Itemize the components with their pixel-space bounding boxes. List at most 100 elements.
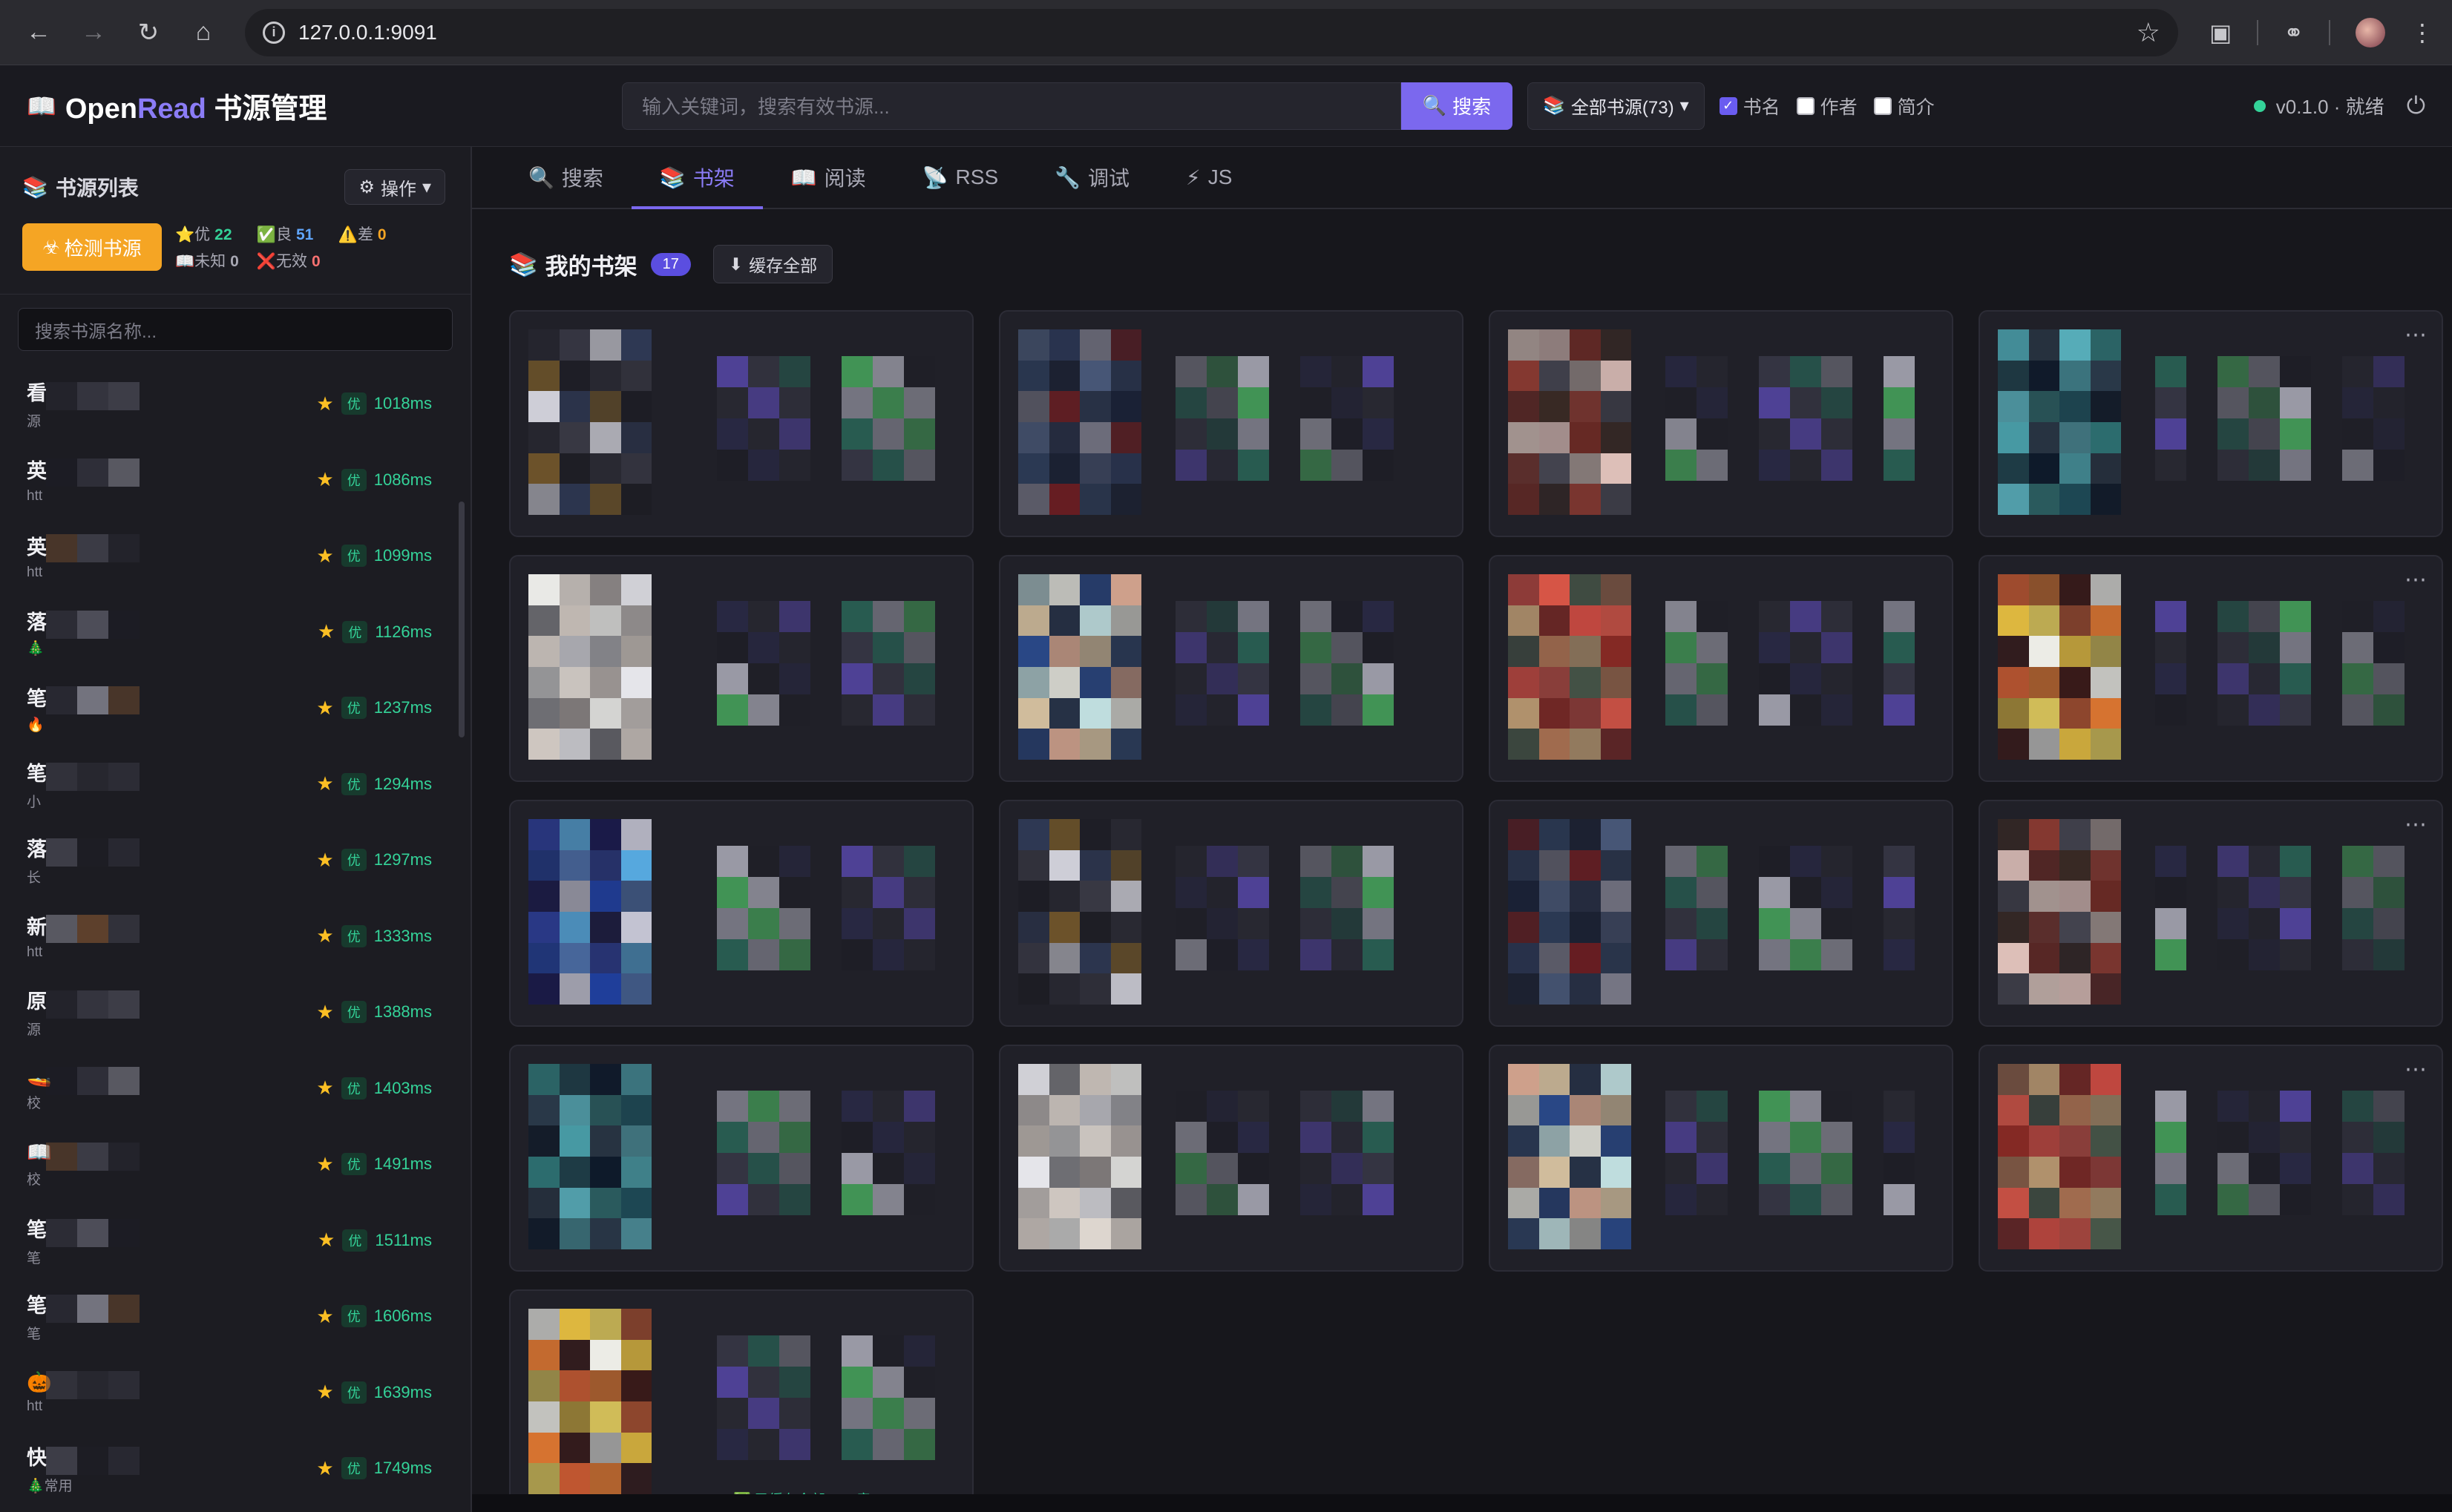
book-cover [528,819,652,1005]
power-icon[interactable]: ⏻ [2407,92,2425,120]
source-row[interactable]: 落 🎄 ★ 优 1126ms [0,594,471,671]
link-icon[interactable]: ⚭ [2284,19,2304,47]
address-bar[interactable]: i 127.0.0.1:9091 ☆ [245,8,2178,56]
quality-badge: 优 [341,924,367,947]
book-card[interactable] [509,555,974,782]
checkbox-checked-icon[interactable]: ✓ [1719,96,1737,115]
more-options-icon[interactable]: ⋯ [2405,322,2428,348]
source-row[interactable]: 🚤 校 ★ 优 1403ms [0,1051,471,1127]
book-card[interactable]: ✅ 已缓存全部 759 章 [509,1289,974,1512]
stat-good: ⭐优 22 [175,226,232,243]
sidebar-scrollbar[interactable] [459,502,465,737]
book-card[interactable] [999,310,1463,537]
search-button[interactable]: 🔍 搜索 [1401,82,1512,130]
check-author[interactable]: 作者 [1796,93,1858,119]
source-url: 笔 [27,1250,42,1266]
checkbox-icon[interactable] [1796,96,1815,115]
operations-button[interactable]: ⚙ 操作 ▾ [344,169,445,205]
pixelated-book-info [1665,601,1915,726]
source-search-input[interactable]: 搜索书源名称... [18,308,453,351]
tab-3[interactable]: 📡 RSS [894,147,1026,208]
pixelated-text [46,382,140,410]
book-card[interactable]: ⋯ [1979,800,2443,1027]
source-row[interactable]: 笔笔 ★ 优 1606ms [0,1278,471,1355]
source-row[interactable]: 笔小 ★ 优 1294ms [0,746,471,823]
profile-avatar[interactable] [2356,17,2385,47]
cache-all-button[interactable]: ⬇ 缓存全部 [712,245,833,283]
site-info-icon[interactable]: i [263,21,285,44]
star-icon: ★ [316,544,334,567]
source-row[interactable]: 新 htt ★ 优 1333ms [0,898,471,975]
reload-icon[interactable]: ↻ [128,12,169,53]
source-row[interactable]: 落长 ★ 优 1297ms [0,822,471,898]
book-card[interactable]: ⋯ [1979,1045,2443,1272]
book-card[interactable] [1489,555,1953,782]
tab-icon: 🔧 [1055,165,1081,189]
tab-2[interactable]: 📖 阅读 [763,147,894,208]
book-card[interactable] [1489,310,1953,537]
source-stats: ⭐优 22 ✅良 51 ⚠️差 0 📖未知 0 ❌无效 0 [175,223,387,272]
source-row[interactable]: 快 🎄常用 ★ 优 1749ms [0,1430,471,1507]
book-card[interactable] [509,800,974,1027]
book-card[interactable] [999,1045,1463,1272]
book-cover [528,574,652,760]
star-icon: ★ [316,468,334,491]
source-filter-dropdown[interactable]: 📚 全部书源(73) ▾ [1527,82,1705,130]
more-options-icon[interactable]: ⋯ [2405,812,2428,838]
book-cover [1998,1064,2121,1249]
tab-1[interactable]: 📚 书架 [631,147,763,209]
more-menu-icon[interactable]: ⋮ [2410,19,2434,47]
status-text: v0.1.0 · 就绪 [2275,96,2384,118]
check-intro[interactable]: 简介 [1873,93,1935,119]
more-options-icon[interactable]: ⋯ [2405,567,2428,593]
source-row[interactable]: 原源 ★ 优 1388ms [0,974,471,1051]
source-row[interactable]: 笔笔 ★ 优 1511ms [0,1203,471,1279]
checkbox-icon[interactable] [1873,96,1892,115]
book-card[interactable] [1489,1045,1953,1272]
book-card[interactable] [999,555,1463,782]
url-text[interactable]: 127.0.0.1:9091 [298,21,437,45]
source-row[interactable]: 🎃 htt ★ 优 1639ms [0,1355,471,1431]
tab-4[interactable]: 🔧 调试 [1026,147,1158,208]
check-title[interactable]: ✓ 书名 [1719,93,1780,119]
quality-badge: 优 [341,849,367,872]
global-search-input[interactable]: 输入关键词，搜索有效书源... [622,82,1401,130]
book-card[interactable]: ⋯ [1979,555,2443,782]
detect-sources-button[interactable]: ☣ 检测书源 [22,223,162,271]
source-row[interactable]: 看源 ★ 优 1018ms [0,366,471,442]
more-options-icon[interactable]: ⋯ [2405,1056,2428,1082]
source-row[interactable]: 笔 🔥 ★ 优 1237ms [0,670,471,746]
brand-open: Open [65,93,137,125]
home-icon[interactable]: ⌂ [183,12,224,53]
book-card[interactable] [1489,800,1953,1027]
latency-text: 1294ms [373,774,432,793]
source-row[interactable]: 📖 校 ★ 优 1491ms [0,1126,471,1203]
book-card[interactable] [509,310,974,537]
source-row[interactable]: 英 htt ★ 优 1086ms [0,442,471,519]
book-card[interactable]: ⋯ [1979,310,2443,537]
book-icon: 📖 [27,92,56,119]
tab-icon: 📡 [922,165,948,189]
forward-arrow-icon[interactable]: → [73,12,114,53]
tab-icon: ⚡ [1186,165,1201,189]
pixelated-text [46,762,140,791]
book-card[interactable] [509,1045,974,1272]
back-arrow-icon[interactable]: ← [18,12,59,53]
source-url: htt [27,944,43,961]
source-url: 源 [27,414,42,430]
book-cover [1018,329,1141,515]
star-icon: ★ [316,1000,334,1023]
source-url: 笔 [27,1327,42,1343]
quality-badge: 优 [341,1001,367,1024]
book-card[interactable] [999,800,1463,1027]
source-url: 校 [27,1171,42,1188]
bookmark-star-icon[interactable]: ☆ [2137,17,2160,48]
source-row[interactable]: 英 htt ★ 优 1099ms [0,518,471,594]
book-cover [1508,574,1631,760]
extensions-icon[interactable]: ▣ [2209,19,2232,47]
toolbar-divider [2329,19,2330,45]
bookshelf-grid: ⋯ ⋯ ⋯ ⋯ ✅ 已缓存全部 759 章 [509,310,2443,1512]
pixelated-text [46,458,140,487]
tab-0[interactable]: 🔍 搜索 [500,147,632,208]
tab-5[interactable]: ⚡ JS [1158,147,1260,208]
